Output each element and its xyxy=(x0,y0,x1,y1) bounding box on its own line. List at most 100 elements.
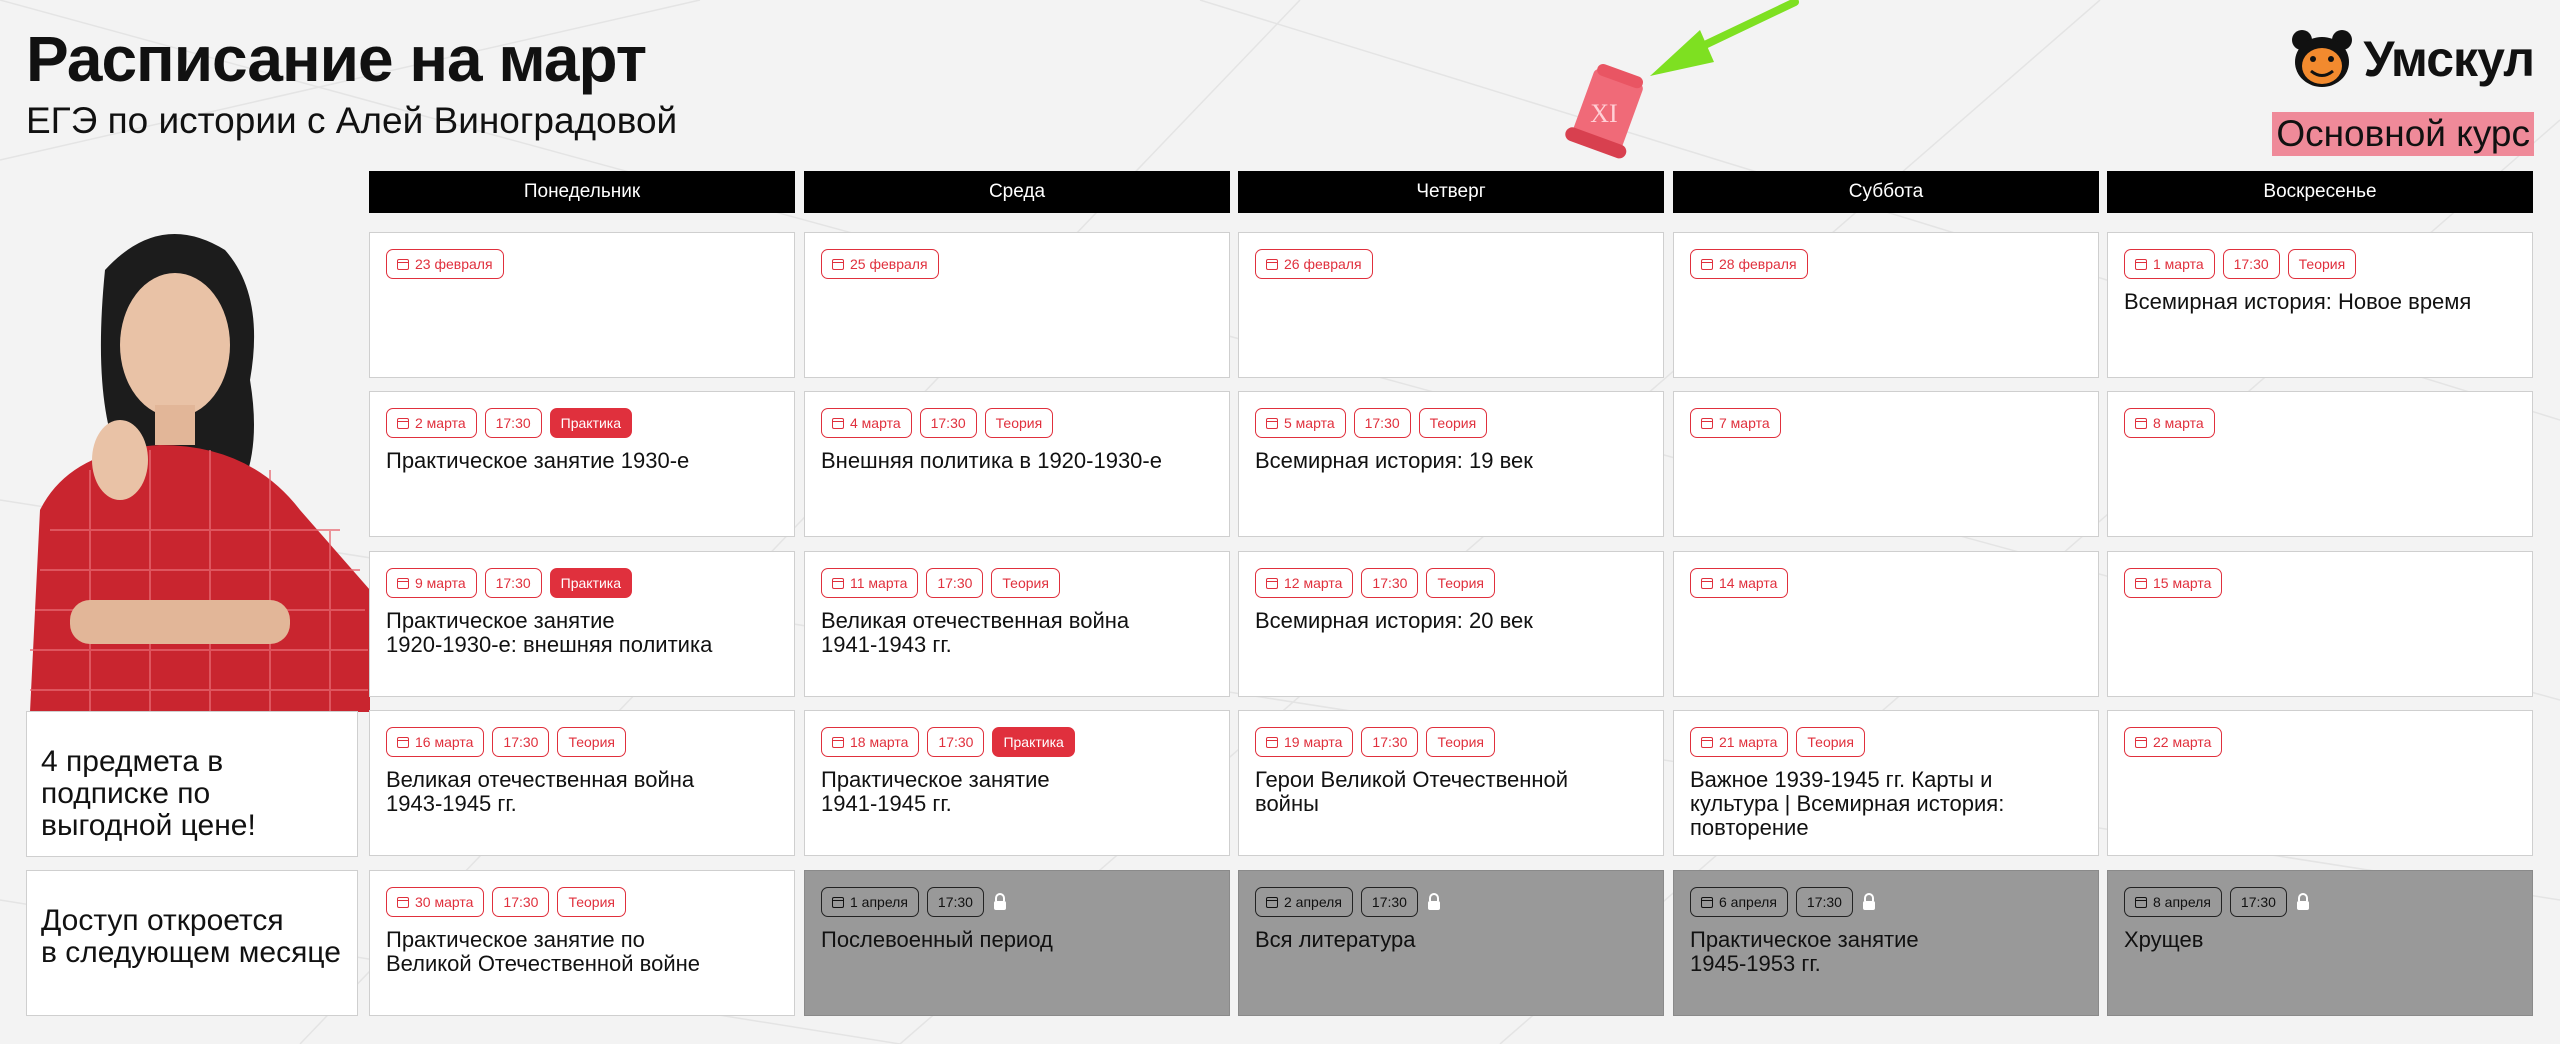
time-chip: 17:30 xyxy=(484,408,542,438)
lesson-title: Практическое занятие 1945-1953 гг. xyxy=(1690,928,2084,976)
lesson-title: Практическое занятие 1920-1930-е: внешняя… xyxy=(386,609,780,657)
lesson-type-chip: Теория xyxy=(557,887,626,917)
lesson-cell[interactable]: 16 марта 17:30 Теория Великая отечественная… xyxy=(369,710,795,856)
lesson-title: Всемирная история: 19 век xyxy=(1255,449,1649,473)
date-text: 2 апреля xyxy=(1284,894,1342,910)
lesson-cell[interactable]: 19 марта 17:30 Теория Герои Великой Отечест… xyxy=(1238,710,1664,856)
lesson-title-line: Всемирная история: Новое время xyxy=(2124,289,2472,314)
lesson-cell[interactable]: 8 марта xyxy=(2107,391,2533,537)
lesson-title-line: 1941-1943 гг. xyxy=(821,632,952,657)
lesson-cell[interactable]: 26 февраля xyxy=(1238,232,1664,378)
scroll-text: XI xyxy=(1590,99,1617,128)
lesson-title: Хрущев xyxy=(2124,928,2518,952)
calendar-icon xyxy=(2135,577,2147,589)
lesson-cell[interactable]: 30 марта 17:30 Теория Практическое занятие … xyxy=(369,870,795,1016)
lesson-title-line: Всемирная история: 20 век xyxy=(1255,608,1533,633)
date-chip: 23 февраля xyxy=(386,249,504,279)
lesson-cell[interactable]: 25 февраля xyxy=(804,232,1230,378)
lesson-cell[interactable]: 15 марта xyxy=(2107,551,2533,697)
lesson-cell-locked[interactable]: 6 апреля 17:30 Практическое занятие 1945-19… xyxy=(1673,870,2099,1016)
date-chip: 5 марта xyxy=(1255,408,1346,438)
lesson-chips: 26 февраля xyxy=(1255,249,1373,279)
calendar-icon xyxy=(832,577,844,589)
date-chip: 22 марта xyxy=(2124,727,2223,757)
day-header-wednesday: Среда xyxy=(804,171,1230,213)
lesson-title-line: Герои Великой Отечественной xyxy=(1255,767,1569,792)
lesson-cell[interactable]: 5 марта 17:30 Теория Всемирная история: 19 … xyxy=(1238,391,1664,537)
lesson-title-line: Вся литература xyxy=(1255,927,1416,952)
lesson-chips: 4 марта 17:30 Теория xyxy=(821,408,1054,438)
lesson-title: Практическое занятие 1930-е xyxy=(386,449,780,473)
lesson-type-chip: Теория xyxy=(1426,727,1495,757)
date-text: 14 марта xyxy=(1719,575,1778,591)
lesson-cell[interactable]: 9 марта 17:30 Практика Практическое занятие… xyxy=(369,551,795,697)
lesson-title: Всемирная история: Новое время xyxy=(2124,290,2518,314)
date-text: 18 марта xyxy=(850,734,909,750)
lesson-chips: 23 февраля xyxy=(386,249,504,279)
lesson-cell-locked[interactable]: 1 апреля 17:30 Послевоенный период xyxy=(804,870,1230,1016)
date-chip: 25 февраля xyxy=(821,249,939,279)
date-chip: 7 марта xyxy=(1690,408,1781,438)
lesson-type-chip: Практика xyxy=(549,568,633,598)
lesson-cell[interactable]: 28 февраля xyxy=(1673,232,2099,378)
time-chip: 17:30 xyxy=(1353,408,1411,438)
brand-logo[interactable]: Умскул xyxy=(2289,24,2535,94)
calendar-icon xyxy=(832,896,844,908)
lesson-chips: 14 марта xyxy=(1690,568,1789,598)
calendar-icon xyxy=(1701,417,1713,429)
date-text: 2 марта xyxy=(415,415,466,431)
lesson-cell[interactable]: 11 марта 17:30 Теория Великая отечественная… xyxy=(804,551,1230,697)
date-text: 7 марта xyxy=(1719,415,1770,431)
lesson-cell[interactable]: 21 марта Теория Важное 1939-1945 гг. Карты… xyxy=(1673,710,2099,856)
brand-name: Умскул xyxy=(2363,31,2535,87)
day-header-thursday: Четверг xyxy=(1238,171,1664,213)
day-header-saturday: Суббота xyxy=(1673,171,2099,213)
calendar-icon xyxy=(2135,417,2147,429)
lesson-title-line: Великая отечественная война xyxy=(386,767,695,792)
lesson-title-line: Послевоенный период xyxy=(821,927,1053,952)
lesson-chips: 21 марта Теория xyxy=(1690,727,1865,757)
calendar-icon xyxy=(1266,736,1278,748)
lesson-chips: 9 марта 17:30 Практика xyxy=(386,568,633,598)
calendar-icon xyxy=(1266,896,1278,908)
date-text: 1 апреля xyxy=(850,894,908,910)
lesson-chips: 8 апреля 17:30 xyxy=(2124,887,2311,917)
lesson-cell[interactable]: 7 марта xyxy=(1673,391,2099,537)
lesson-type-chip: Теория xyxy=(2287,249,2357,279)
lesson-type-chip: Практика xyxy=(549,408,633,438)
calendar-icon xyxy=(397,577,409,589)
lesson-chips: 12 марта 17:30 Теория xyxy=(1255,568,1495,598)
lesson-title-line: Великая отечественная война xyxy=(821,608,1130,633)
lesson-title: Великая отечественная война 1943-1945 гг. xyxy=(386,768,780,816)
lesson-cell-locked[interactable]: 8 апреля 17:30 Хрущев xyxy=(2107,870,2533,1016)
calendar-icon xyxy=(1266,577,1278,589)
lesson-chips: 11 марта 17:30 Теория xyxy=(821,568,1060,598)
date-text: 11 марта xyxy=(850,575,908,591)
date-text: 25 февраля xyxy=(850,256,928,272)
lesson-cell[interactable]: 2 марта 17:30 Практика Практическое занятие… xyxy=(369,391,795,537)
calendar-icon xyxy=(1701,736,1713,748)
lesson-chips: 25 февраля xyxy=(821,249,939,279)
lesson-type-chip: Теория xyxy=(1418,408,1488,438)
lesson-title-line: 1945-1953 гг. xyxy=(1690,951,1821,976)
page-subtitle: ЕГЭ по истории с Алей Виноградовой xyxy=(26,100,678,141)
calendar-icon xyxy=(1701,896,1713,908)
lesson-cell-locked[interactable]: 2 апреля 17:30 Вся литература xyxy=(1238,870,1664,1016)
lesson-chips: 7 марта xyxy=(1690,408,1781,438)
calendar-icon xyxy=(397,896,409,908)
lesson-cell[interactable]: 1 марта 17:30 Теория Всемирная история: Нов… xyxy=(2107,232,2533,378)
lesson-title-line: 1943-1945 гг. xyxy=(386,791,517,816)
calendar-icon xyxy=(832,736,844,748)
lesson-cell[interactable]: 12 марта 17:30 Теория Всемирная история: 20… xyxy=(1238,551,1664,697)
lesson-cell[interactable]: 18 марта 17:30 Практика Практическое заняти… xyxy=(804,710,1230,856)
promo-box[interactable]: 4 предмета в подписке по выгодной цене! xyxy=(26,711,358,857)
lesson-title-line: Практическое занятие xyxy=(821,767,1050,792)
lesson-cell[interactable]: 23 февраля xyxy=(369,232,795,378)
lesson-cell[interactable]: 22 марта xyxy=(2107,710,2533,856)
lesson-chips: 2 марта 17:30 Практика xyxy=(386,408,633,438)
calendar-icon xyxy=(1701,258,1713,270)
lesson-cell[interactable]: 4 марта 17:30 Теория Внешняя политика в 192… xyxy=(804,391,1230,537)
lesson-title-line: Всемирная история: 19 век xyxy=(1255,448,1533,473)
lesson-type-chip: Теория xyxy=(1426,568,1495,598)
lesson-cell[interactable]: 14 марта xyxy=(1673,551,2099,697)
